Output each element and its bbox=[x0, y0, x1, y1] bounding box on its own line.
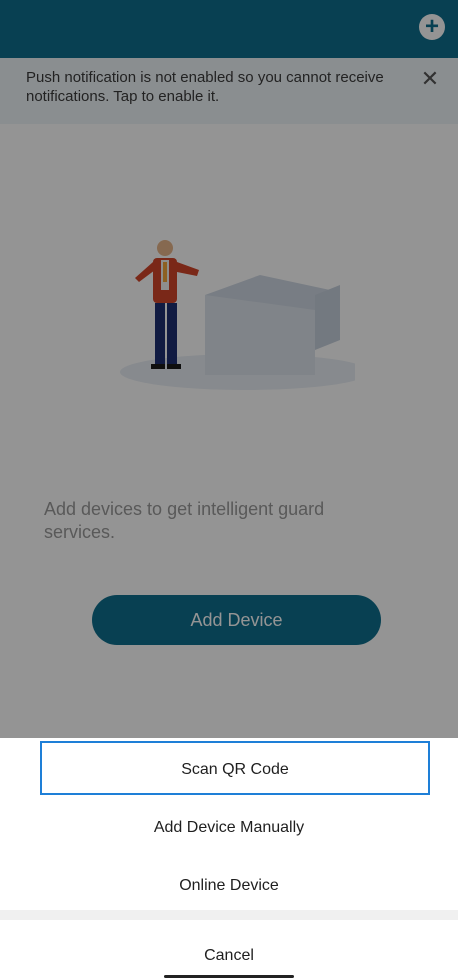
add-device-manually-option[interactable]: Add Device Manually bbox=[0, 810, 458, 846]
scan-qr-code-option[interactable]: Scan QR Code bbox=[40, 741, 430, 795]
sheet-divider bbox=[0, 910, 458, 920]
cancel-button[interactable]: Cancel bbox=[0, 936, 458, 976]
screen: + Push notification is not enabled so yo… bbox=[0, 0, 458, 980]
online-device-option[interactable]: Online Device bbox=[0, 868, 458, 904]
home-indicator[interactable] bbox=[164, 975, 294, 978]
action-sheet: Scan QR Code Add Device Manually Online … bbox=[0, 738, 458, 980]
